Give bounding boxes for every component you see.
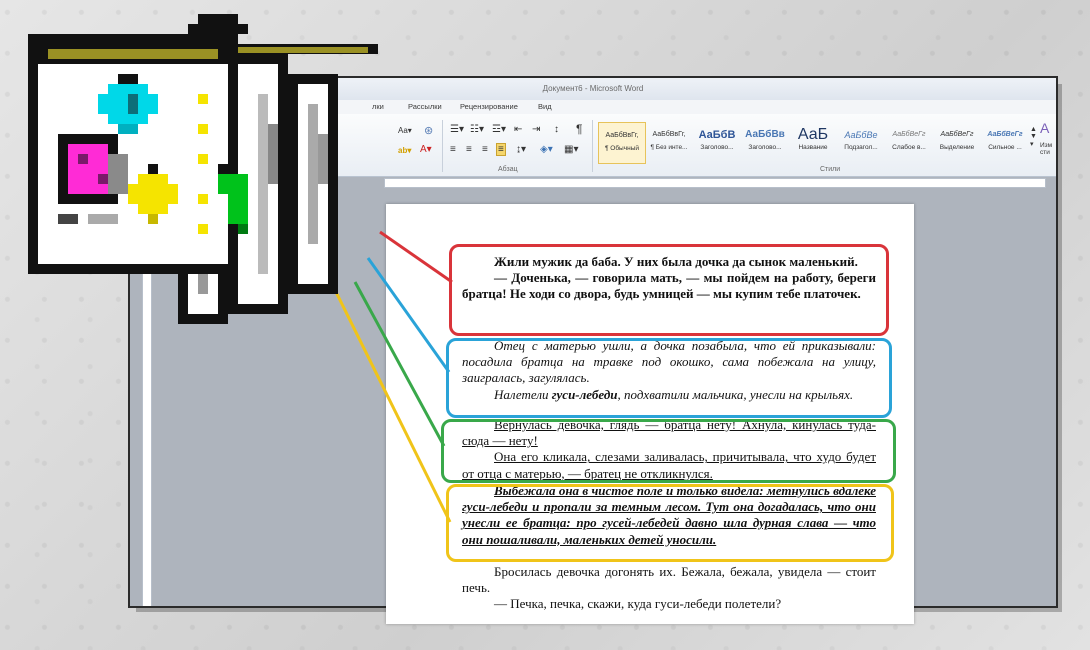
red-connector	[379, 230, 453, 284]
pixel-word-icon	[28, 14, 378, 324]
